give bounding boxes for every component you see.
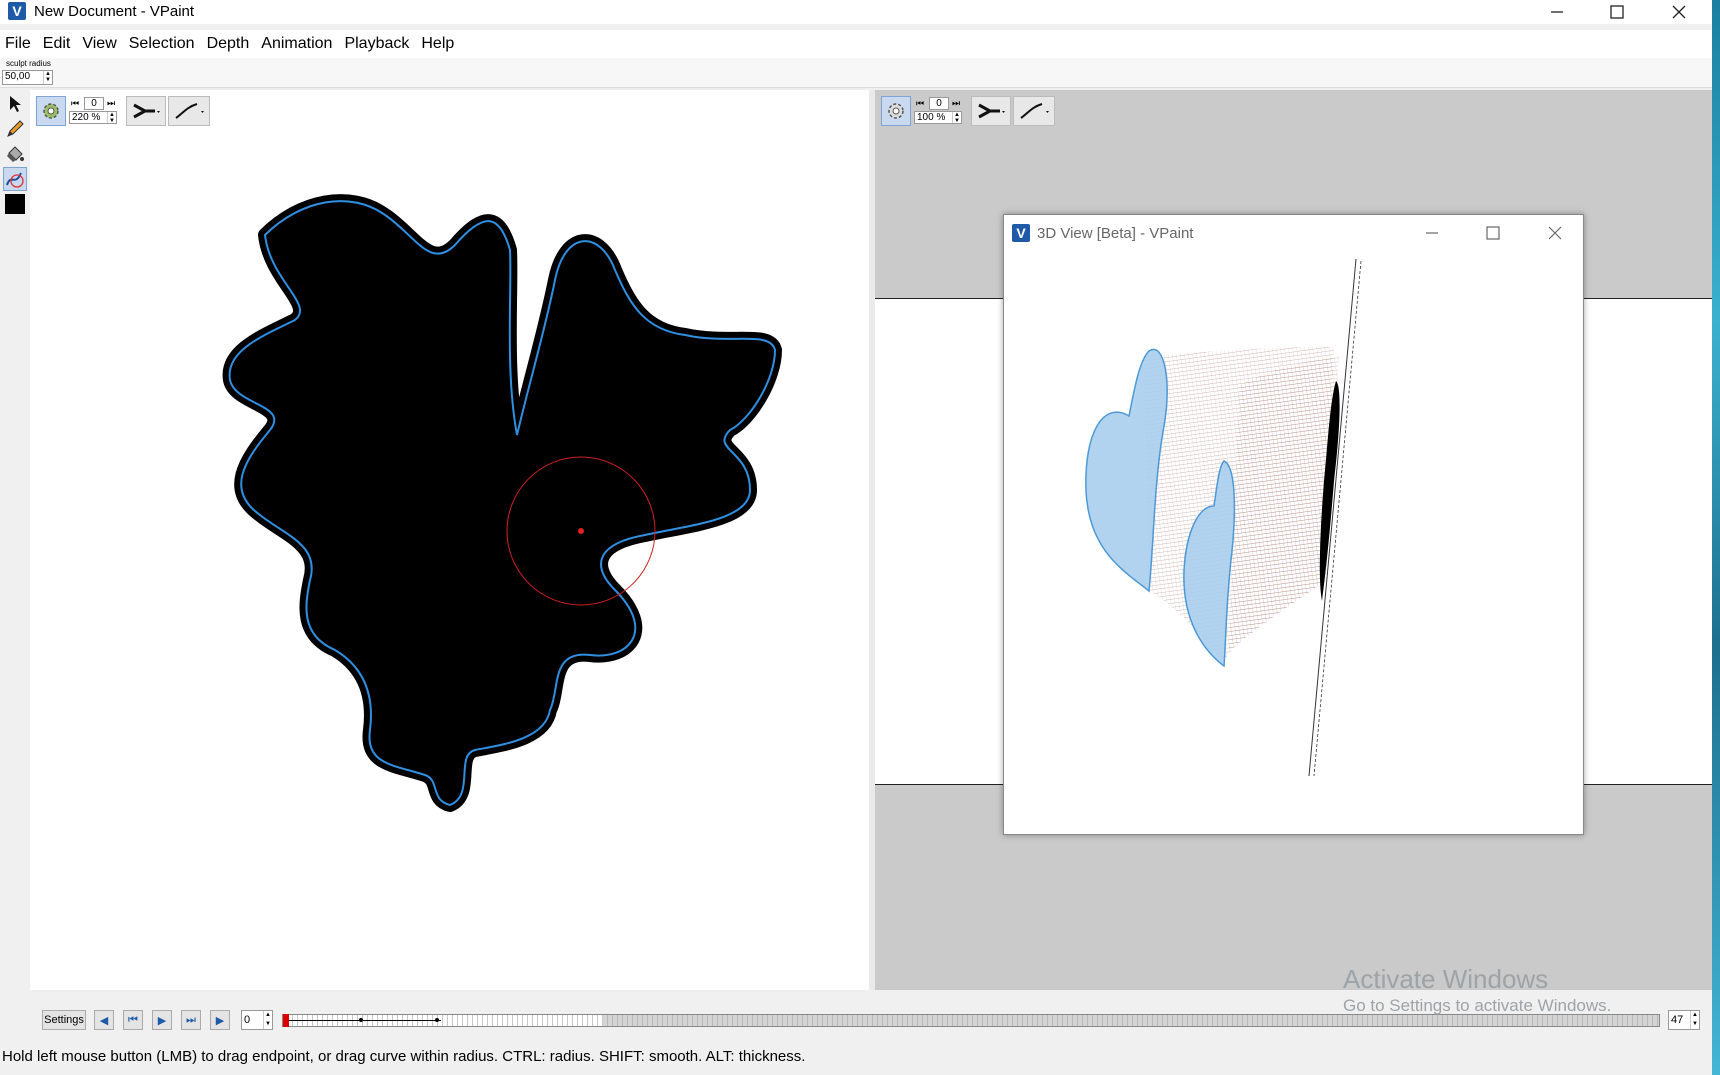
first-frame-icon[interactable]: ⏮ [916,98,924,109]
3d-render-canvas[interactable] [1004,251,1583,834]
keyframe-span [289,1020,441,1021]
next-key-icon: ▶ [215,1014,225,1027]
minimize-icon [1551,11,1563,13]
close-button[interactable] [1656,0,1702,24]
last-frame-icon[interactable]: ⏭ [952,98,960,109]
menu-edit[interactable]: Edit [37,35,77,53]
play-icon: ▶ [157,1014,167,1027]
sculpt-radius-spinbox[interactable]: 50,00 ▲ ▼ [2,70,53,85]
maximize-icon [1610,5,1624,19]
3d-close-button[interactable] [1532,221,1578,245]
gear-icon [888,103,904,119]
pencil-icon [7,120,24,137]
prev-key-button[interactable]: ◀ [94,1010,114,1030]
timeline-settings-button[interactable]: Settings [42,1010,86,1030]
3d-view-title-bar[interactable]: V 3D View [Beta] - VPaint [1004,215,1583,251]
spin-arrows-icon[interactable]: ▲ ▼ [43,71,52,84]
zoom-value: 100 % [917,112,946,123]
spin-arrows-icon[interactable]: ▲ ▼ [1690,1011,1699,1029]
end-frame-spinbox[interactable]: 47 ▲ ▼ [1668,1010,1700,1030]
menu-view[interactable]: View [76,35,122,53]
tool-options-bar: sculpt radius 50,00 ▲ ▼ [0,58,1712,88]
curve-icon [1020,103,1049,119]
select-icon [10,96,21,112]
maximize-icon [1486,226,1500,240]
keyframe-marker[interactable] [435,1018,439,1022]
end-frame-value: 47 [1671,1014,1684,1026]
next-key-button[interactable]: ▶ [210,1010,230,1030]
view-2d-left[interactable]: ⏮ 0 ⏭ 220 % ▲ ▼ [30,90,869,990]
frame-zoom-group: ⏮ 0 ⏭ 100 % ▲ ▼ [913,96,969,126]
close-icon [1548,226,1562,240]
3d-maximize-button[interactable] [1470,221,1516,245]
play-button[interactable]: ▶ [152,1010,172,1030]
frame-value: 0 [936,98,942,109]
timeline-out-of-range [603,1015,1659,1026]
app-window: V New Document - VPaint File Edit View S… [0,0,1712,1075]
menu-help[interactable]: Help [415,35,460,53]
color-swatch-button[interactable] [3,192,27,216]
paint-bucket-tool-button[interactable] [3,142,27,166]
first-frame-icon: ⏮ [128,1013,138,1026]
vpaint-logo-icon: V [8,2,26,20]
menu-playback[interactable]: Playback [338,35,415,53]
sculpt-tool-button[interactable] [3,167,27,191]
last-frame-icon: ⏭ [186,1013,196,1026]
vertex-icon [978,103,1005,119]
edge-mode-button[interactable] [1013,96,1055,126]
status-bar: Hold left mouse button (LMB) to drag end… [2,1048,806,1065]
color-swatch [5,194,25,214]
prev-key-icon: ◀ [99,1014,109,1027]
activate-windows-watermark: Activate Windows [1343,964,1549,994]
frame-spinbox[interactable]: 0 [929,97,949,110]
sculpt-radius-label: sculpt radius [6,59,51,68]
minimize-icon [1426,232,1438,234]
display-mode-button[interactable] [881,96,911,126]
current-frame-value: 0 [244,1014,251,1026]
activate-windows-subtext: Go to Settings to activate Windows. [1343,996,1612,1015]
pencil-tool-button[interactable] [3,117,27,141]
current-frame-spinbox[interactable]: 0 ▲ ▼ [241,1010,273,1030]
3d-view-window[interactable]: V 3D View [Beta] - VPaint [1003,214,1584,835]
vpaint-logo-icon: V [1012,224,1030,242]
maximize-button[interactable] [1594,0,1640,24]
zoom-spinbox[interactable]: 100 % ▲ ▼ [914,111,962,124]
menu-file[interactable]: File [0,35,37,53]
last-frame-button[interactable]: ⏭ [181,1010,201,1030]
title-bar: V New Document - VPaint [0,0,1712,24]
sculpt-endpoint-marker[interactable] [578,528,584,534]
timeline-bar: Settings ◀ ⏮ ▶ ⏭ ▶ 0 ▲ ▼ Activate Windows … [0,964,1712,1040]
black-leaf-shape[interactable] [222,194,782,812]
window-title: New Document - VPaint [34,3,195,20]
tool-bar [0,88,30,988]
view-right-toolbar: ⏮ 0 ⏭ 100 % ▲ ▼ [881,96,1055,126]
drawing-canvas[interactable] [30,90,869,990]
3d-minimize-button[interactable] [1409,221,1455,245]
select-tool-button[interactable] [3,92,27,116]
menu-selection[interactable]: Selection [123,35,201,53]
menu-bar: File Edit View Selection Depth Animation… [0,30,1712,58]
close-icon [1672,5,1686,19]
menu-animation[interactable]: Animation [255,35,338,53]
menu-depth[interactable]: Depth [201,35,256,53]
sculpt-radius-value: 50,00 [5,71,31,82]
first-frame-button[interactable]: ⏮ [123,1010,143,1030]
sculpt-icon [6,172,24,188]
3d-view-title: 3D View [Beta] - VPaint [1037,225,1194,242]
spin-arrows-icon[interactable]: ▲ ▼ [263,1011,272,1029]
minimize-button[interactable] [1534,0,1580,24]
vertex-mode-button[interactable] [971,96,1011,126]
desktop-background-strip [1712,0,1720,1075]
paint-bucket-icon [7,146,24,162]
spin-arrows-icon[interactable]: ▲ ▼ [952,112,961,124]
keyframe-marker[interactable] [359,1018,363,1022]
